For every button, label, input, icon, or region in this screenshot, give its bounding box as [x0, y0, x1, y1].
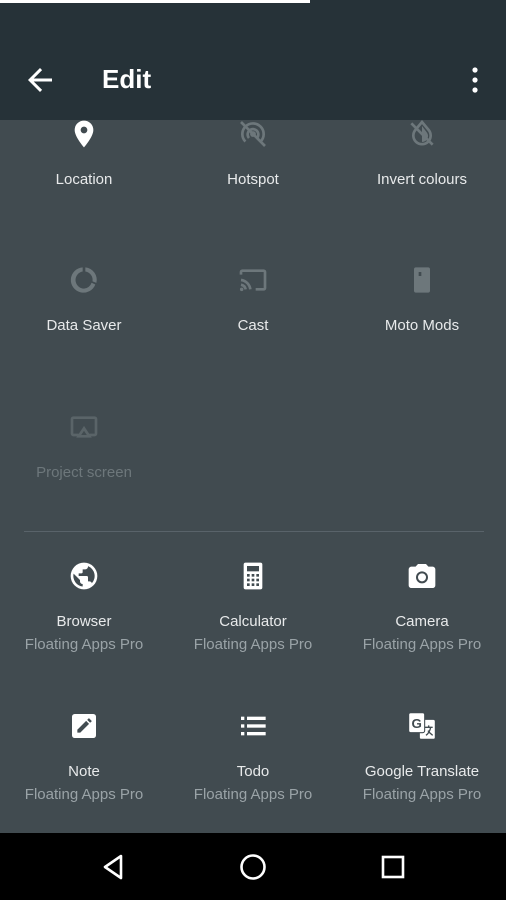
- back-arrow-icon[interactable]: [22, 62, 58, 98]
- camera-icon: [408, 564, 436, 588]
- section-divider: [24, 531, 484, 532]
- tile-label: Camera: [395, 613, 449, 630]
- tile-label: Location: [55, 171, 113, 188]
- globe-icon: [70, 562, 98, 590]
- invert-colours-icon: [410, 120, 434, 146]
- tile-label: Hotspot: [227, 171, 279, 188]
- tile-label: Data Saver: [46, 317, 122, 334]
- tile-label: Todo: [236, 763, 270, 780]
- cast-icon: [239, 269, 267, 292]
- tile-google-translate[interactable]: G Google Translate Floating Apps Pro: [338, 695, 506, 815]
- tile-cast[interactable]: Cast: [169, 248, 337, 348]
- tile-subtitle: Floating Apps Pro: [193, 786, 313, 803]
- tile-project-screen[interactable]: Project screen: [0, 395, 168, 495]
- tile-invert-colours[interactable]: Invert colours: [338, 120, 506, 220]
- hotspot-icon: [240, 121, 266, 147]
- project-screen-icon: [70, 416, 98, 438]
- translate-icon: G: [408, 712, 436, 740]
- calculator-icon: [243, 562, 263, 590]
- navigation-bar: [0, 833, 506, 900]
- tile-location[interactable]: Location: [0, 120, 168, 220]
- tile-calculator[interactable]: Calculator Floating Apps Pro: [169, 545, 337, 665]
- tile-label: Invert colours: [376, 171, 468, 188]
- tile-data-saver[interactable]: Data Saver: [0, 248, 168, 348]
- more-options-icon[interactable]: [463, 62, 487, 98]
- tile-subtitle: Floating Apps Pro: [193, 636, 313, 653]
- tile-subtitle: Floating Apps Pro: [362, 786, 482, 803]
- svg-text:G: G: [411, 716, 421, 731]
- todo-list-icon: [241, 716, 266, 736]
- recents-square-icon[interactable]: [377, 851, 409, 883]
- tile-browser[interactable]: Browser Floating Apps Pro: [0, 545, 168, 665]
- tile-note[interactable]: Note Floating Apps Pro: [0, 695, 168, 815]
- home-circle-icon[interactable]: [237, 851, 269, 883]
- tile-label: Moto Mods: [384, 317, 460, 334]
- location-pin-icon: [74, 120, 94, 148]
- page-title: Edit: [102, 64, 152, 94]
- tile-subtitle: Floating Apps Pro: [24, 786, 144, 803]
- tile-label: Google Translate: [364, 763, 480, 780]
- tile-subtitle: Floating Apps Pro: [362, 636, 482, 653]
- status-bar: [0, 0, 506, 36]
- tile-label: Note: [68, 763, 100, 780]
- app-bar: Edit: [0, 36, 506, 120]
- tile-subtitle: Floating Apps Pro: [24, 636, 144, 653]
- tile-label: Cast: [237, 317, 269, 334]
- tile-camera[interactable]: Camera Floating Apps Pro: [338, 545, 506, 665]
- tile-todo[interactable]: Todo Floating Apps Pro: [169, 695, 337, 815]
- tile-moto-mods[interactable]: Moto Mods: [338, 248, 506, 348]
- tile-label: Browser: [56, 613, 112, 630]
- notification-strip: [0, 0, 310, 3]
- quick-settings-editor: Location Hotspot Invert colours Data Sav…: [0, 120, 506, 833]
- tile-label: Calculator: [219, 613, 287, 630]
- tile-hotspot[interactable]: Hotspot: [169, 120, 337, 220]
- data-saver-icon: [70, 267, 97, 293]
- back-triangle-icon[interactable]: [97, 851, 129, 883]
- note-icon: [72, 714, 96, 738]
- moto-mods-icon: [414, 267, 430, 293]
- tile-label: Project screen: [36, 464, 132, 481]
